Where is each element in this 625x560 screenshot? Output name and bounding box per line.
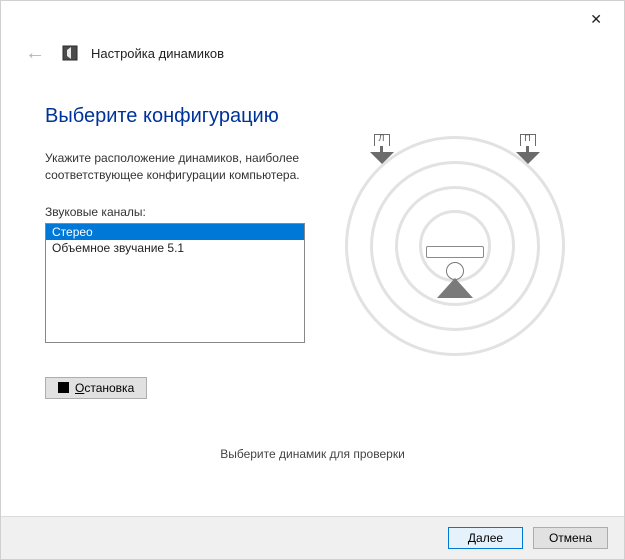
channels-label: Звуковые каналы:	[45, 205, 305, 219]
hint-text: Выберите динамик для проверки	[45, 447, 580, 461]
wizard-header: ← Настройка динамиков	[1, 35, 624, 79]
cancel-button[interactable]: Отмена	[533, 527, 608, 549]
next-button-label: Далее	[468, 531, 503, 545]
right-speaker-icon[interactable]: П	[513, 134, 543, 172]
speaker-config-icon	[61, 44, 79, 62]
page-heading: Выберите конфигурацию	[45, 105, 580, 128]
wizard-title: Настройка динамиков	[91, 46, 224, 61]
stop-button[interactable]: Остановка	[45, 377, 147, 399]
audio-channels-listbox[interactable]: СтереоОбъемное звучание 5.1	[45, 223, 305, 343]
stop-button-label: Остановка	[75, 381, 134, 395]
speaker-diagram: Л П	[345, 150, 565, 340]
left-speaker-icon[interactable]: Л	[367, 134, 397, 172]
channel-option[interactable]: Объемное звучание 5.1	[46, 240, 304, 256]
listener-icon	[424, 246, 486, 298]
cancel-button-label: Отмена	[549, 531, 592, 545]
wizard-button-bar: Далее Отмена	[1, 516, 624, 559]
channel-option[interactable]: Стерео	[46, 224, 304, 240]
back-arrow-icon[interactable]: ←	[21, 41, 49, 65]
instruction-text: Укажите расположение динамиков, наиболее…	[45, 150, 305, 185]
next-button[interactable]: Далее	[448, 527, 523, 549]
stop-icon	[58, 382, 69, 393]
close-button[interactable]: ✕	[580, 7, 612, 32]
